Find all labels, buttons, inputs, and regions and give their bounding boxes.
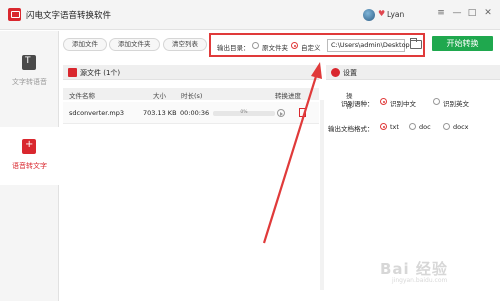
scrollbar[interactable] xyxy=(320,100,324,290)
file-duration-cell: 00:00:36 xyxy=(180,109,210,117)
radio-custom-folder-label: 自定义 xyxy=(301,44,321,52)
minimize-icon[interactable]: — xyxy=(452,8,462,18)
start-convert-button[interactable]: 开始转换 xyxy=(432,36,493,51)
progress-label: 0% xyxy=(240,110,248,115)
source-file-icon xyxy=(68,68,77,77)
sidebar: 文字转语音 语音转文字 xyxy=(0,31,59,301)
conversion-progress-bar: 0% xyxy=(213,110,275,116)
output-directory-box: 输出目录： 原文件夹 自定义 C:\Users\admin\Desktop xyxy=(209,33,425,57)
radio-format-docx-label: docx xyxy=(453,123,469,131)
watermark-url: jingyan.baidu.com xyxy=(392,277,448,284)
settings-panel-title: 设置 xyxy=(343,69,357,77)
source-panel-header: 源文件 (1个) xyxy=(63,65,319,80)
close-icon[interactable]: ✕ xyxy=(483,8,493,18)
radio-language-chinese-label: 识别中文 xyxy=(390,100,416,108)
column-header-name: 文件名称 xyxy=(69,92,95,100)
radio-language-english-label: 识别英文 xyxy=(443,100,469,108)
radio-format-doc[interactable] xyxy=(409,123,416,130)
title-bar: 闪电文字语音转换软件 ♥ Lyan ≡ — □ ✕ xyxy=(0,0,500,30)
radio-language-english[interactable] xyxy=(433,98,440,105)
sidebar-item-speech-to-text[interactable]: 语音转文字 xyxy=(0,127,59,185)
radio-format-txt[interactable] xyxy=(380,123,387,130)
radio-source-folder[interactable] xyxy=(252,42,259,49)
language-label: 识别语种： xyxy=(341,100,374,108)
app-title: 闪电文字语音转换软件 xyxy=(26,11,112,21)
menu-icon[interactable]: ≡ xyxy=(436,8,446,18)
clear-list-button[interactable]: 清空列表 xyxy=(163,38,207,51)
radio-source-folder-label: 原文件夹 xyxy=(262,44,288,52)
radio-language-chinese[interactable] xyxy=(380,98,387,105)
radio-custom-folder[interactable] xyxy=(291,42,298,49)
column-header-size: 大小 xyxy=(153,92,166,100)
sidebar-item-text-to-speech[interactable]: 文字转语音 xyxy=(0,43,59,101)
avatar[interactable] xyxy=(363,9,375,21)
app-logo-icon xyxy=(8,8,21,21)
source-panel-title: 源文件 (1个) xyxy=(80,69,121,77)
radio-format-doc-label: doc xyxy=(419,123,431,131)
add-folder-button[interactable]: 添加文件夹 xyxy=(109,38,160,51)
file-name-cell: sdconverter.mp3 xyxy=(69,109,124,117)
table-header: 文件名称 大小 时长(s) 转换进度 操作 xyxy=(63,88,353,110)
sidebar-item-label: 语音转文字 xyxy=(12,162,47,170)
username[interactable]: Lyan xyxy=(387,10,404,19)
settings-panel-header: 设置 xyxy=(326,65,500,80)
radio-format-docx[interactable] xyxy=(443,123,450,130)
text-document-icon xyxy=(22,55,36,70)
delete-icon[interactable] xyxy=(299,108,306,117)
file-size-cell: 703.13 KB xyxy=(143,109,177,117)
output-format-label: 输出文档格式： xyxy=(328,125,374,133)
radio-format-txt-label: txt xyxy=(390,123,399,131)
maximize-icon[interactable]: □ xyxy=(467,8,477,18)
settings-gear-icon xyxy=(331,68,340,77)
output-directory-label: 输出目录： xyxy=(217,44,250,52)
output-path-input[interactable]: C:\Users\admin\Desktop xyxy=(327,39,410,52)
sidebar-item-label: 文字转语音 xyxy=(12,78,47,86)
column-header-progress: 转换进度 xyxy=(275,92,301,100)
speech-document-icon xyxy=(22,139,36,154)
add-file-button[interactable]: 添加文件 xyxy=(63,38,107,51)
column-header-duration: 时长(s) xyxy=(181,92,203,100)
play-icon[interactable] xyxy=(277,109,285,117)
table-row[interactable]: sdconverter.mp3 703.13 KB 00:00:36 0% xyxy=(63,102,319,124)
vip-heart-icon: ♥ xyxy=(378,9,386,18)
watermark-logo: Bai 经验 xyxy=(380,260,448,278)
folder-browse-icon[interactable] xyxy=(410,38,422,49)
